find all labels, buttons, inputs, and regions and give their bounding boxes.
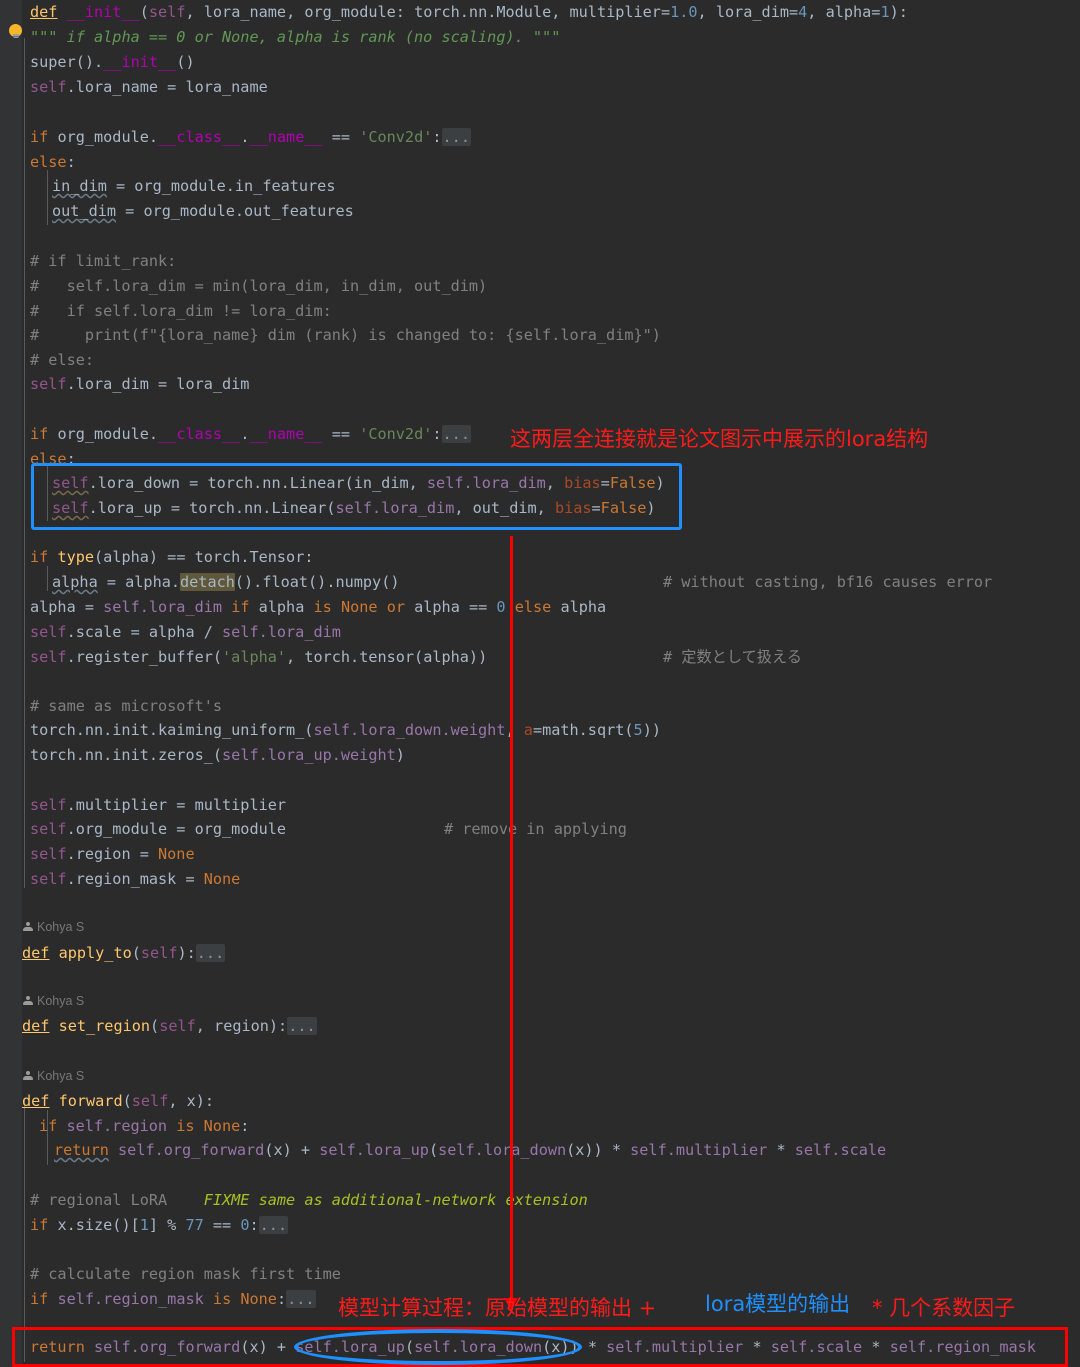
code-line[interactable]: # calculate region mask first time — [30, 1262, 341, 1287]
code-line[interactable]: def forward(self, x): — [22, 1089, 214, 1114]
code-line[interactable]: in_dim = org_module.in_features — [52, 174, 335, 199]
vcs-author-annotation[interactable]: Kohya S — [22, 917, 84, 937]
vcs-author-name: Kohya S — [37, 994, 85, 1008]
code-line[interactable]: out_dim = org_module.out_features — [52, 199, 354, 224]
code-line[interactable]: return self.org_forward(x) + self.lora_u… — [54, 1138, 886, 1163]
vcs-author-name: Kohya S — [37, 1069, 85, 1083]
code-line[interactable]: # else: — [30, 348, 94, 373]
annotation-blue-box-lora-layers — [31, 463, 682, 530]
lightbulb-icon[interactable] — [9, 24, 23, 38]
code-line[interactable]: alpha = self.lora_dim if alpha is None o… — [30, 595, 606, 620]
person-icon — [22, 995, 33, 1006]
annotation-blue-ellipse-lora-path — [294, 1329, 582, 1365]
code-line[interactable]: # self.lora_dim = min(lora_dim, in_dim, … — [30, 274, 487, 299]
code-line[interactable]: # if self.lora_dim != lora_dim: — [30, 299, 332, 324]
code-line[interactable]: if org_module.__class__.__name__ == 'Con… — [30, 125, 471, 150]
annotation-bottom-note-part3: * 几个系数因子 — [872, 1296, 1016, 1320]
code-line[interactable]: torch.nn.init.zeros_(self.lora_up.weight… — [30, 743, 405, 768]
code-line[interactable]: # regional LoRA FIXME same as additional… — [30, 1188, 588, 1213]
vcs-author-annotation[interactable]: Kohya S — [22, 1066, 84, 1086]
code-comment[interactable]: # without casting, bf16 causes error — [663, 570, 992, 595]
code-line[interactable]: if org_module.__class__.__name__ == 'Con… — [30, 422, 471, 447]
editor-gutter[interactable] — [0, 0, 22, 1367]
code-line[interactable]: """ if alpha == 0 or None, alpha is rank… — [30, 25, 560, 50]
code-line[interactable]: if x.size()[1] % 77 == 0:... — [30, 1213, 289, 1238]
indent-guide — [24, 1100, 25, 1362]
code-line[interactable]: alpha = alpha.detach().float().numpy() — [52, 570, 399, 595]
code-line[interactable]: self.multiplier = multiplier — [30, 793, 286, 818]
annotation-red-vertical-line — [510, 536, 513, 1300]
code-line[interactable]: # if limit_rank: — [30, 249, 176, 274]
code-line[interactable]: # print(f"{lora_name} dim (rank) is chan… — [30, 323, 661, 348]
person-icon — [22, 1070, 33, 1081]
indent-guide — [24, 38, 25, 888]
code-line[interactable]: self.region = None — [30, 842, 195, 867]
code-line[interactable]: self.scale = alpha / self.lora_dim — [30, 620, 341, 645]
code-line[interactable]: else: — [30, 150, 76, 175]
code-line[interactable]: self.region_mask = None — [30, 867, 240, 892]
code-line[interactable]: self.lora_dim = lora_dim — [30, 372, 249, 397]
code-line[interactable]: # same as microsoft's — [30, 694, 222, 719]
code-line[interactable]: torch.nn.init.kaiming_uniform_(self.lora… — [30, 718, 661, 743]
code-comment[interactable]: # remove in applying — [444, 817, 627, 842]
code-line[interactable]: def set_region(self, region):... — [22, 1014, 317, 1039]
vcs-author-annotation[interactable]: Kohya S — [22, 991, 84, 1011]
annotation-bottom-note-part1: 模型计算过程：原始模型的输出 + — [338, 1296, 657, 1320]
code-line[interactable]: if self.region_mask is None:... — [30, 1287, 316, 1312]
indent-guide — [47, 170, 48, 225]
code-line[interactable]: super().__init__() — [30, 50, 195, 75]
annotation-top-note: 这两层全连接就是论文图示中展示的lora结构 — [510, 427, 929, 451]
code-line[interactable]: def apply_to(self):... — [22, 941, 226, 966]
annotation-bottom-note-part2: lora模型的输出 — [705, 1292, 851, 1316]
code-editor[interactable]: def __init__(self, lora_name, org_module… — [0, 0, 1080, 1367]
person-icon — [22, 921, 33, 932]
code-line[interactable]: def __init__(self, lora_name, org_module… — [30, 0, 908, 25]
vcs-author-name: Kohya S — [37, 920, 85, 934]
code-line[interactable]: if type(alpha) == torch.Tensor: — [30, 545, 313, 570]
code-line[interactable]: self.register_buffer('alpha', torch.tens… — [30, 645, 487, 670]
code-line[interactable]: self.lora_name = lora_name — [30, 75, 268, 100]
code-comment[interactable]: # 定数として扱える — [663, 645, 802, 670]
code-line[interactable]: if self.region is None: — [39, 1114, 249, 1139]
code-line[interactable]: self.org_module = org_module — [30, 817, 286, 842]
